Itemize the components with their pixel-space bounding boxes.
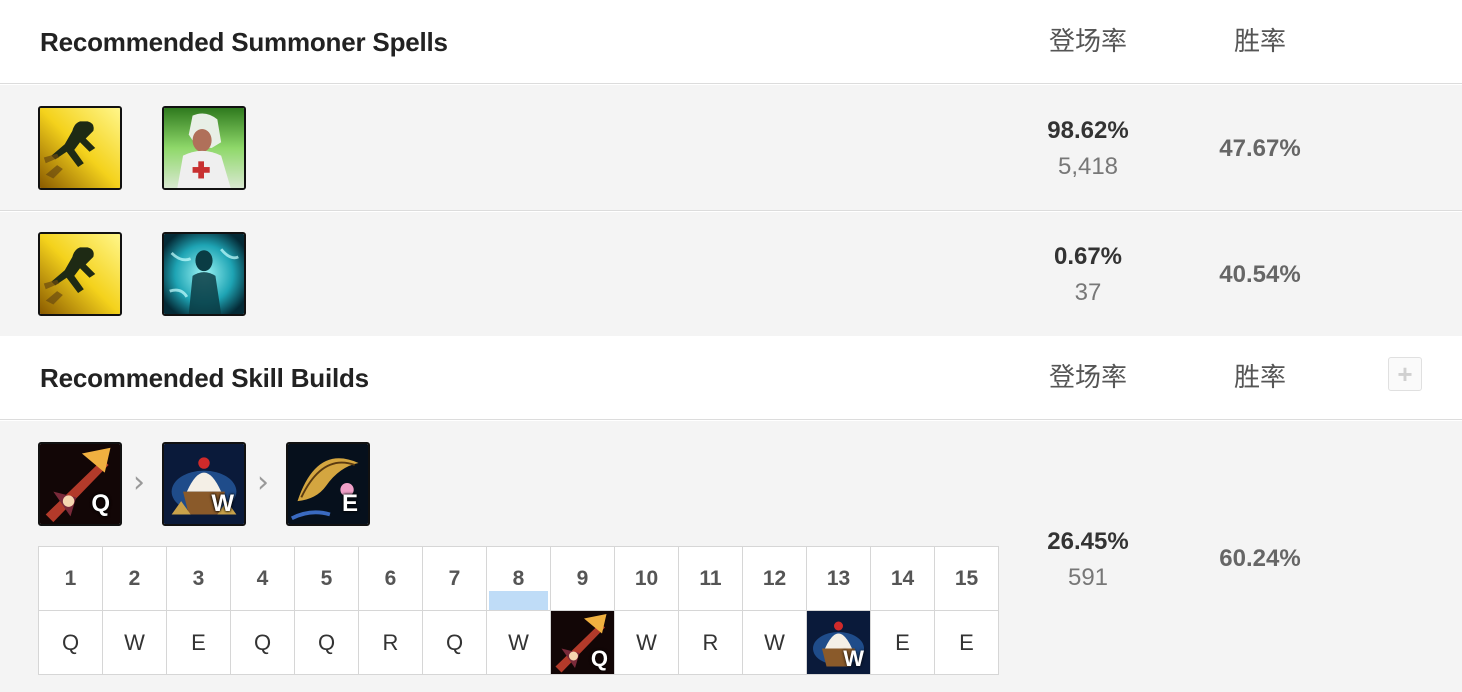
skill-cell: E xyxy=(870,610,935,675)
level-cell: 7 xyxy=(422,546,487,611)
level-cell: 5 xyxy=(294,546,359,611)
skill-order-grid: 1 2 3 4 5 6 7 8 9 10 11 12 13 14 15 Q W … xyxy=(38,546,999,675)
ghost-spell-icon[interactable] xyxy=(162,232,246,316)
skill-cell: Q xyxy=(422,610,487,675)
skill-cell: E xyxy=(166,610,231,675)
summoner-spells-header: Recommended Summoner Spells 登场率 胜率 xyxy=(0,0,1462,84)
level-cell: 4 xyxy=(230,546,295,611)
expand-plus-button[interactable]: + xyxy=(1388,357,1422,391)
pick-rate-value: 98.62% xyxy=(1047,117,1129,144)
level-cell: 12 xyxy=(742,546,807,611)
flash-spell-icon[interactable] xyxy=(38,232,122,316)
win-rate-column-header[interactable]: 胜率 xyxy=(1190,336,1330,420)
skill-cell: W xyxy=(742,610,807,675)
skill-builds-title: Recommended Skill Builds xyxy=(40,363,369,393)
skill-cell: W xyxy=(614,610,679,675)
skill-level-row: 1 2 3 4 5 6 7 8 9 10 11 12 13 14 15 xyxy=(38,546,999,611)
q-skill-icon[interactable]: Q xyxy=(38,442,122,526)
pick-rate-value: 26.45% xyxy=(1047,528,1129,555)
level-cell-highlighted: 8 xyxy=(486,546,551,611)
flash-spell-icon[interactable] xyxy=(38,106,122,190)
level-cell: 14 xyxy=(870,546,935,611)
level-cell: 9 xyxy=(550,546,615,611)
pick-rate-column-header[interactable]: 登场率 xyxy=(1018,0,1158,84)
win-rate-value: 40.54% xyxy=(1219,261,1301,288)
w-skill-icon: W xyxy=(807,611,870,674)
skill-cell: W xyxy=(486,610,551,675)
skill-cell: R xyxy=(358,610,423,675)
pick-rate-value: 0.67% xyxy=(1053,243,1123,270)
win-rate-column-header[interactable]: 胜率 xyxy=(1190,0,1330,84)
chevron-right-icon: › xyxy=(257,465,269,500)
level-cell: 11 xyxy=(678,546,743,611)
chevron-right-icon: › xyxy=(133,465,145,500)
level-cell: 3 xyxy=(166,546,231,611)
level-cell: 15 xyxy=(934,546,999,611)
skill-cell: W xyxy=(102,610,167,675)
skill-key-label: Q xyxy=(91,490,110,517)
skill-cell: Q xyxy=(294,610,359,675)
skill-cell: R xyxy=(678,610,743,675)
skill-key-label: E xyxy=(341,490,358,517)
skill-key-label: W xyxy=(843,646,864,671)
level-number: 8 xyxy=(512,566,525,590)
skill-cell: Q xyxy=(230,610,295,675)
win-rate-value: 47.67% xyxy=(1219,135,1301,162)
level-cell: 1 xyxy=(38,546,103,611)
level-highlight-bar xyxy=(489,591,548,610)
skill-cell-hover[interactable]: Q xyxy=(550,610,615,675)
level-cell: 2 xyxy=(102,546,167,611)
level-cell: 10 xyxy=(614,546,679,611)
skill-key-label: Q xyxy=(590,646,608,671)
level-cell: 13 xyxy=(806,546,871,611)
skill-sequence-row: Q W E Q Q R Q W Q W R W W E E xyxy=(38,610,999,675)
summoner-spell-row: 0.67% 37 40.54% xyxy=(0,212,1462,336)
skill-cell-hover[interactable]: W xyxy=(806,610,871,675)
skill-key-label: W xyxy=(211,490,234,517)
win-rate-value: 60.24% xyxy=(1219,545,1301,572)
pick-count-value: 37 xyxy=(1074,279,1102,306)
pick-count-value: 5,418 xyxy=(1057,153,1119,180)
q-skill-icon: Q xyxy=(551,611,614,674)
skill-builds-header: Recommended Skill Builds 登场率 胜率 xyxy=(0,336,1462,420)
pick-count-value: 591 xyxy=(1067,564,1109,591)
pick-rate-column-header[interactable]: 登场率 xyxy=(1018,336,1158,420)
e-skill-icon[interactable]: E xyxy=(286,442,370,526)
level-cell: 6 xyxy=(358,546,423,611)
w-skill-icon[interactable]: W xyxy=(162,442,246,526)
summoner-spells-title: Recommended Summoner Spells xyxy=(40,27,448,57)
summoner-spell-row: 98.62% 5,418 47.67% xyxy=(0,85,1462,211)
skill-cell: Q xyxy=(38,610,103,675)
heal-spell-icon[interactable] xyxy=(162,106,246,190)
skill-cell: E xyxy=(934,610,999,675)
